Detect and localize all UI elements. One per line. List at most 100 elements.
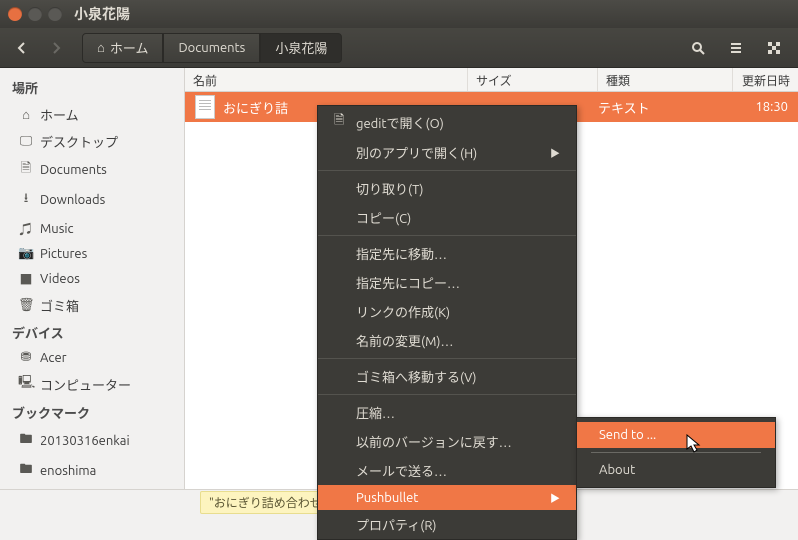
menu-item[interactable]: 指定先に移動…: [318, 239, 576, 268]
menu-item[interactable]: 切り取り(T): [318, 174, 576, 203]
menu-item[interactable]: 指定先にコピー…: [318, 268, 576, 297]
sidebar-item[interactable]: ■ Videos: [0, 265, 184, 292]
sidebar-item-label: Videos: [40, 272, 80, 286]
submenu-item-label: Send to ...: [599, 428, 656, 442]
sidebar: 場所⌂ホーム🖵デスクトップ🗎Documents⭳Downloads♫Music📷…: [0, 68, 185, 489]
submenu-arrow-icon: ▶: [550, 490, 560, 505]
submenu-item-label: About: [599, 463, 635, 477]
sidebar-item[interactable]: ⛃ Acer: [0, 346, 184, 369]
submenu-item[interactable]: About: [577, 457, 775, 483]
menu-item[interactable]: リンクの作成(K): [318, 297, 576, 326]
col-size[interactable]: サイズ: [468, 68, 598, 91]
sidebar-item-icon: 📷: [18, 246, 34, 261]
sidebar-item-icon: 🗑: [18, 298, 34, 313]
sidebar-item[interactable]: ♫Music: [0, 215, 184, 242]
menu-item-label: プロパティ(R): [356, 515, 437, 534]
sidebar-item-label: Downloads: [40, 193, 105, 207]
menu-item[interactable]: 名前の変更(M)…: [318, 326, 576, 355]
menu-separator: [318, 170, 576, 171]
path-home[interactable]: ⌂ ホーム: [82, 33, 163, 63]
sidebar-item-label: Documents: [40, 163, 107, 177]
menu-item-label: 切り取り(T): [356, 179, 423, 198]
grid-view-button[interactable]: [758, 34, 790, 62]
titlebar: 小泉花陽: [0, 0, 798, 28]
breadcrumb: ⌂ ホーム Documents 小泉花陽: [82, 33, 342, 63]
menu-item-label: ゴミ箱へ移動する(V): [356, 367, 476, 386]
col-type[interactable]: 種類: [598, 68, 733, 91]
context-submenu[interactable]: Send to ... About: [576, 417, 776, 488]
menu-separator: [318, 394, 576, 395]
menu-item-label: 指定先に移動…: [356, 244, 447, 263]
list-view-button[interactable]: [720, 34, 752, 62]
menu-item-label: 名前の変更(M)…: [356, 331, 453, 350]
path-documents[interactable]: Documents: [163, 33, 260, 63]
sidebar-item-icon: ⌂: [18, 107, 34, 122]
menu-item-label: コピー(C): [356, 208, 411, 227]
menu-item-label: リンクの作成(K): [356, 302, 450, 321]
menu-item[interactable]: ゴミ箱へ移動する(V): [318, 362, 576, 391]
menu-item-label: 以前のバージョンに戻す…: [356, 432, 512, 451]
search-button[interactable]: [682, 34, 714, 62]
sidebar-item[interactable]: 🗎 Documents: [0, 155, 184, 185]
window-title: 小泉花陽: [74, 4, 130, 24]
sidebar-item-icon: ⛃: [18, 350, 34, 365]
sidebar-heading: 場所: [0, 74, 184, 101]
sidebar-item[interactable]: 🖿 enoshima: [0, 456, 184, 486]
sidebar-item[interactable]: 🖳コンピューター: [0, 369, 184, 399]
menu-item-label: 別のアプリで開く(H): [356, 143, 477, 162]
sidebar-item-label: 20130316enkai: [40, 434, 130, 448]
path-current[interactable]: 小泉花陽: [260, 33, 342, 63]
submenu-item[interactable]: Send to ...: [577, 422, 775, 448]
menu-item-label: geditで開く(O): [356, 113, 444, 132]
sidebar-item-label: ホーム: [40, 105, 79, 124]
col-date[interactable]: 更新日時: [733, 68, 798, 91]
menu-item[interactable]: コピー(C): [318, 203, 576, 232]
sidebar-item[interactable]: 🖿galaxy: [0, 486, 184, 489]
sidebar-item-label: Pictures: [40, 247, 87, 261]
menu-item[interactable]: 以前のバージョンに戻す…: [318, 427, 576, 456]
menu-item[interactable]: 🗎 geditで開く(O): [318, 106, 576, 138]
menu-item-label: Pushbullet: [356, 491, 418, 505]
col-name[interactable]: 名前: [185, 68, 468, 91]
sidebar-heading: ブックマーク: [0, 399, 184, 426]
menu-item[interactable]: メールで送る…: [318, 456, 576, 485]
sidebar-item-label: デスクトップ: [40, 132, 118, 151]
sidebar-item-icon: ■: [18, 269, 34, 288]
menu-item[interactable]: 圧縮…: [318, 398, 576, 427]
sidebar-item[interactable]: 🖵 デスクトップ: [0, 128, 184, 155]
forward-button[interactable]: [40, 34, 72, 62]
menu-item-label: メールで送る…: [356, 461, 447, 480]
sidebar-item-label: コンピューター: [40, 375, 131, 394]
text-file-icon: [195, 95, 215, 119]
sidebar-item[interactable]: 📷 Pictures: [0, 242, 184, 265]
sidebar-item-label: ゴミ箱: [40, 296, 79, 315]
sidebar-item-label: enoshima: [40, 464, 96, 478]
context-menu[interactable]: 🗎 geditで開く(O) 別のアプリで開く(H) ▶ 切り取り(T) コピー(C) 指定先…: [317, 105, 577, 540]
menu-item-label: 圧縮…: [356, 403, 395, 422]
menu-separator: [318, 235, 576, 236]
sidebar-item[interactable]: 🖿 20130316enkai: [0, 426, 184, 456]
submenu-arrow-icon: ▶: [550, 145, 560, 160]
sidebar-item-icon: ♫: [18, 219, 34, 238]
back-button[interactable]: [6, 34, 38, 62]
sidebar-item[interactable]: 🗑 ゴミ箱: [0, 292, 184, 319]
sidebar-item-icon: 🗎: [18, 159, 34, 181]
document-icon: 🗎: [334, 111, 348, 133]
sidebar-item[interactable]: ⌂ ホーム: [0, 101, 184, 128]
minimize-icon[interactable]: [28, 7, 42, 21]
sidebar-item-label: Acer: [40, 351, 67, 365]
menu-item[interactable]: Pushbullet ▶: [318, 485, 576, 510]
maximize-icon[interactable]: [48, 7, 62, 21]
menu-item[interactable]: プロパティ(R): [318, 510, 576, 539]
sidebar-item[interactable]: ⭳ Downloads: [0, 185, 184, 215]
menu-item[interactable]: 別のアプリで開く(H) ▶: [318, 138, 576, 167]
sidebar-item-icon: 🖿: [18, 460, 34, 482]
sidebar-item-icon: 🖵: [18, 134, 34, 149]
menu-separator: [318, 358, 576, 359]
column-header: 名前 サイズ 種類 更新日時: [185, 68, 798, 92]
sidebar-item-icon: 🖿: [18, 430, 34, 452]
home-icon: ⌂: [97, 40, 105, 55]
sidebar-item-icon: ⭳: [18, 189, 34, 211]
toolbar: ⌂ ホーム Documents 小泉花陽: [0, 28, 798, 68]
close-icon[interactable]: [8, 7, 22, 21]
